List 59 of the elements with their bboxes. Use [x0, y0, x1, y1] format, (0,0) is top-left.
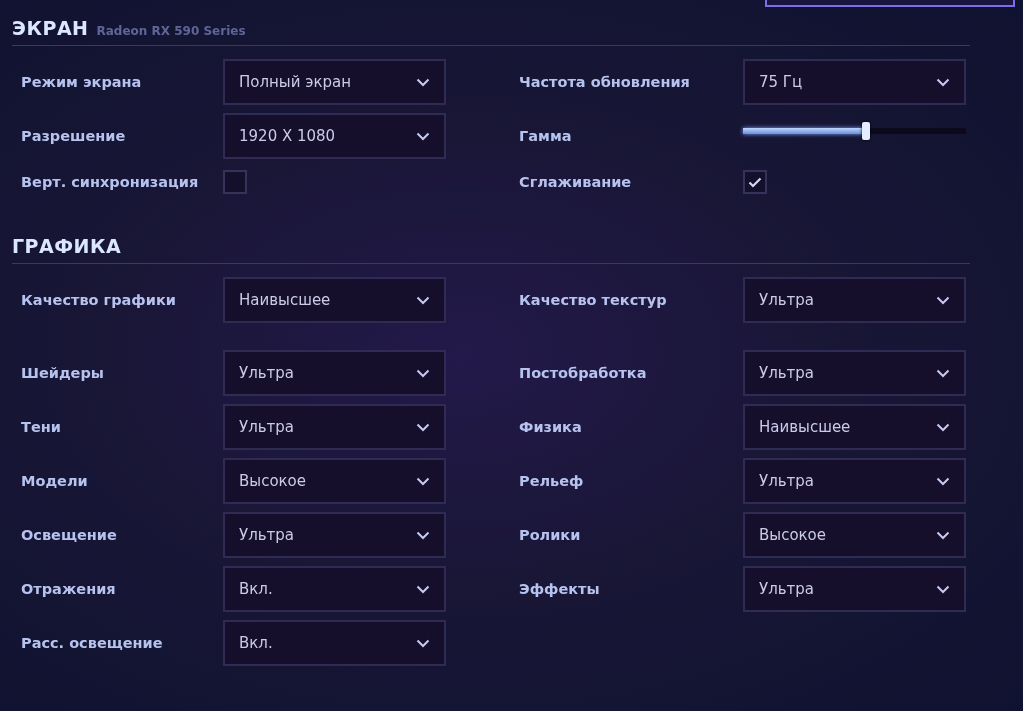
dropdown[interactable]: Ультра: [223, 512, 446, 558]
setting-label: Расс. освещение: [21, 635, 164, 651]
setting-label: Режим экрана: [21, 74, 143, 90]
setting-label: Качество графики: [21, 292, 177, 308]
slider-thumb[interactable]: [861, 122, 870, 140]
chevron-down-icon: [416, 422, 430, 432]
chevron-down-icon: [936, 422, 950, 432]
dropdown[interactable]: Высокое: [223, 458, 446, 504]
setting-label: Шейдеры: [21, 365, 105, 381]
setting-label: Разрешение: [21, 128, 127, 144]
panel-button[interactable]: [765, 0, 1015, 7]
setting-label: Рельеф: [519, 473, 585, 489]
checkbox[interactable]: [743, 170, 767, 194]
setting-label: Эффекты: [519, 581, 601, 597]
dropdown[interactable]: Вкл.: [223, 620, 446, 666]
dropdown[interactable]: Наивысшее: [743, 404, 966, 450]
setting-label: Сглаживание: [519, 174, 633, 190]
chevron-down-icon: [936, 368, 950, 378]
setting-label: Гамма: [519, 128, 573, 144]
dropdown[interactable]: Ультра: [743, 277, 966, 323]
section-title: ГРАФИКА: [12, 235, 122, 257]
setting-label: Качество текстур: [519, 292, 668, 308]
setting-label: Верт. синхронизация: [21, 174, 200, 190]
dropdown[interactable]: Ультра: [743, 566, 966, 612]
dropdown[interactable]: Ультра: [743, 350, 966, 396]
dropdown[interactable]: 1920 X 1080: [223, 113, 446, 159]
chevron-down-icon: [936, 476, 950, 486]
dropdown[interactable]: 75 Гц: [743, 59, 966, 105]
dropdown[interactable]: Полный экран: [223, 59, 446, 105]
setting-label: Ролики: [519, 527, 582, 543]
chevron-down-icon: [416, 368, 430, 378]
chevron-down-icon: [936, 530, 950, 540]
chevron-down-icon: [416, 295, 430, 305]
chevron-down-icon: [416, 530, 430, 540]
chevron-down-icon: [936, 295, 950, 305]
chevron-down-icon: [416, 584, 430, 594]
dropdown[interactable]: Вкл.: [223, 566, 446, 612]
chevron-down-icon: [936, 77, 950, 87]
setting-label: Освещение: [21, 527, 118, 543]
setting-label: Отражения: [21, 581, 117, 597]
setting-label: Физика: [519, 419, 583, 435]
checkbox[interactable]: [223, 170, 247, 194]
chevron-down-icon: [936, 584, 950, 594]
checkmark-icon: [748, 176, 762, 188]
setting-label: Модели: [21, 473, 89, 489]
dropdown[interactable]: Ультра: [223, 404, 446, 450]
dropdown[interactable]: Ультра: [743, 458, 966, 504]
setting-label: Частота обновления: [519, 74, 691, 90]
chevron-down-icon: [416, 476, 430, 486]
chevron-down-icon: [416, 131, 430, 141]
dropdown[interactable]: Высокое: [743, 512, 966, 558]
setting-label: Постобработка: [519, 365, 648, 381]
section-subtitle: Radeon RX 590 Series: [96, 24, 246, 38]
setting-label: Тени: [21, 419, 62, 435]
section-title: ЭКРАН: [12, 17, 89, 39]
dropdown[interactable]: Ультра: [223, 350, 446, 396]
chevron-down-icon: [416, 638, 430, 648]
chevron-down-icon: [416, 77, 430, 87]
dropdown[interactable]: Наивысшее: [223, 277, 446, 323]
